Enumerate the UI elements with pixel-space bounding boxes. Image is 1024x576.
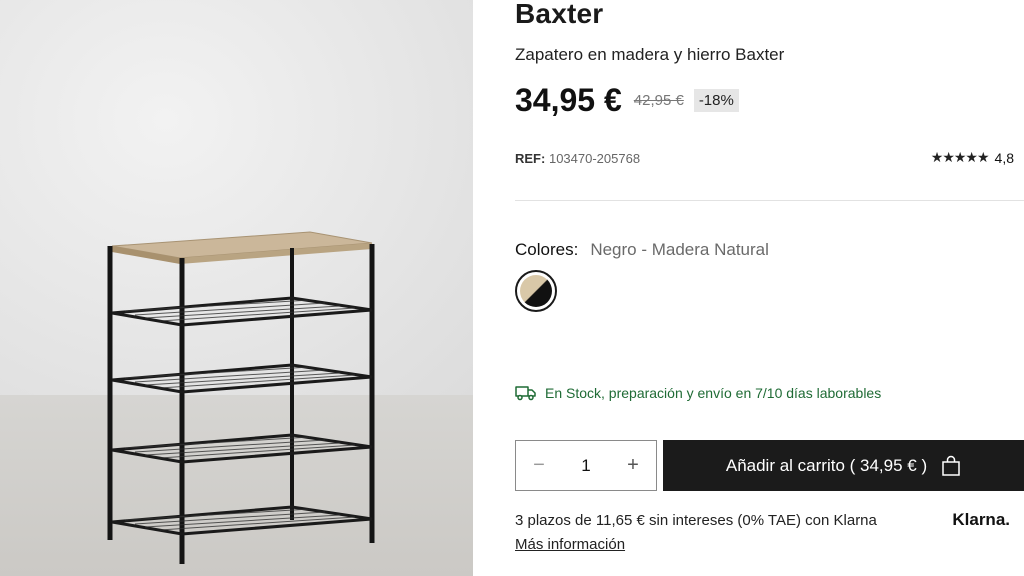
colors-label: Colores: [515,240,579,259]
quantity-decrease-button[interactable]: − [530,454,548,477]
swatch-fill [520,275,552,307]
add-to-cart-button[interactable]: Añadir al carrito ( 34,95 € ) [663,440,1024,491]
ref-value: 103470-205768 [548,151,641,166]
current-price: 34,95 € [515,81,622,118]
add-to-cart-label: Añadir al carrito ( 34,95 € ) [725,455,928,475]
product-title: Baxter [515,0,604,29]
colors-value: Negro - Madera Natural [590,240,769,259]
product-info: Baxter Zapatero en madera y hierro Baxte… [515,0,1024,576]
more-info-link[interactable]: Más información [515,536,625,553]
product-image[interactable] [0,0,473,576]
price-row: 34,95 € 42,95 € -18% [515,80,739,120]
old-price: 42,95 € [633,91,684,109]
product-rating[interactable]: ★★★★★ 4,8 [931,149,1014,166]
bag-icon [942,455,960,476]
klarna-financing: 3 plazos de 11,65 € sin intereses (0% TA… [515,510,1024,553]
klarna-logo: Klarna. [952,510,1010,529]
stock-text: En Stock, preparación y envío en 7/10 dí… [545,385,882,401]
ref-label: REF: [515,151,546,166]
product-subtitle: Zapatero en madera y hierro Baxter [515,45,785,64]
colors-row: Colores: Negro - Madera Natural [515,240,769,260]
discount-badge: -18% [693,88,739,112]
truck-icon [515,386,536,401]
quantity-value[interactable]: 1 [581,456,590,476]
product-ref: REF: 103470-205768 [515,151,640,166]
klarna-text: 3 plazos de 11,65 € sin intereses (0% TA… [515,511,877,529]
stock-status: En Stock, preparación y envío en 7/10 dí… [515,385,881,401]
quantity-stepper: − 1 + [515,440,657,491]
divider [515,200,1024,201]
shoe-rack-illustration [107,231,375,564]
rating-value: 4,8 [994,149,1014,166]
quantity-increase-button[interactable]: + [624,454,642,477]
color-swatch-negro-madera[interactable] [515,270,557,312]
star-rating-icon: ★★★★★ [930,149,990,165]
klarna-row: 3 plazos de 11,65 € sin intereses (0% TA… [515,510,1024,530]
